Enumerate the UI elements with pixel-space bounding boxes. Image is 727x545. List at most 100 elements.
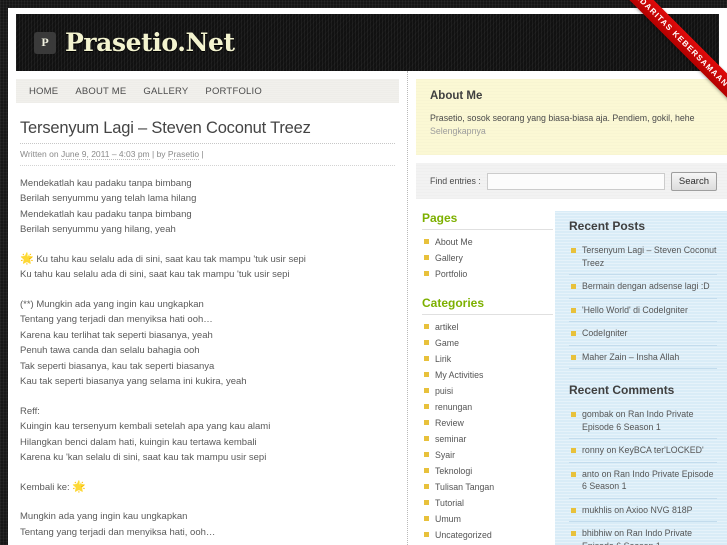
- recent-comment-link-1[interactable]: gombak on Ran Indo Private Episode 6 Sea…: [582, 409, 694, 432]
- category-link-teknologi[interactable]: Teknologi: [435, 466, 472, 476]
- category-link-review[interactable]: Review: [435, 418, 464, 428]
- blog-post: Tersenyum Lagi – Steven Coconut Treez Wr…: [8, 103, 407, 545]
- list-item[interactable]: Teknologi: [422, 463, 553, 479]
- list-item[interactable]: bhibhiw on Ran Indo Private Episode 6 Se…: [569, 522, 717, 545]
- widget-about-me: About Me Prasetio, sosok seorang yang bi…: [416, 79, 727, 155]
- recent-comment-link-5[interactable]: bhibhiw on Ran Indo Private Episode 6 Se…: [582, 528, 692, 545]
- about-me-title: About Me: [430, 90, 483, 102]
- category-link-umum[interactable]: Umum: [435, 514, 461, 524]
- list-item[interactable]: Portfolio: [422, 266, 553, 282]
- list-item[interactable]: Syair: [422, 447, 553, 463]
- main-column: HOME ABOUT ME GALLERY PORTFOLIO Tersenyu…: [8, 71, 408, 545]
- search-button[interactable]: Search: [670, 171, 717, 191]
- list-item[interactable]: gombak on Ran Indo Private Episode 6 Sea…: [569, 403, 717, 439]
- sidebar-widget-columns: Pages About Me Gallery Portfolio Categor…: [408, 211, 727, 545]
- list-item[interactable]: 'Hello World' di CodeIgniter: [569, 299, 717, 322]
- widget-title-categories: Categories: [422, 296, 553, 315]
- page-root: P Prasetio.Net HOME ABOUT ME GALLERY POR…: [0, 0, 727, 545]
- list-item[interactable]: Game: [422, 335, 553, 351]
- search-input[interactable]: [486, 172, 665, 190]
- recent-post-link-2[interactable]: Bermain dengan adsense lagi :D: [582, 281, 710, 291]
- recent-comment-link-4[interactable]: mukhlis on Axioo NVG 818P: [582, 505, 693, 515]
- recent-post-link-1[interactable]: Tersenyum Lagi – Steven Coconut Treez: [582, 245, 716, 268]
- site-container: P Prasetio.Net HOME ABOUT ME GALLERY POR…: [8, 8, 727, 545]
- category-link-uncategorized[interactable]: Uncategorized: [435, 530, 492, 540]
- post-meta-author[interactable]: Prasetio: [167, 148, 200, 160]
- category-link-seminar[interactable]: seminar: [435, 434, 466, 444]
- post-title: Tersenyum Lagi – Steven Coconut Treez: [20, 119, 395, 144]
- nav-item-gallery[interactable]: GALLERY: [143, 86, 188, 97]
- category-link-tutorial[interactable]: Tutorial: [435, 498, 464, 508]
- sidebar-column: About Me Prasetio, sosok seorang yang bi…: [408, 71, 727, 545]
- list-item[interactable]: renungan: [422, 399, 553, 415]
- category-link-syair[interactable]: Syair: [435, 450, 455, 460]
- category-link-tulisan-tangan[interactable]: Tulisan Tangan: [435, 482, 494, 492]
- recent-post-link-5[interactable]: Maher Zain – Insha Allah: [582, 352, 679, 362]
- list-item[interactable]: Gallery: [422, 250, 553, 266]
- post-stanza-5-text: Kembali ke:: [20, 481, 73, 493]
- list-item[interactable]: Tutorial: [422, 495, 553, 511]
- post-meta-date[interactable]: June 9, 2011 – 4:03 pm: [60, 148, 150, 160]
- content-columns: HOME ABOUT ME GALLERY PORTFOLIO Tersenyu…: [8, 71, 727, 545]
- recent-post-link-3[interactable]: 'Hello World' di CodeIgniter: [582, 305, 688, 315]
- post-meta-written-label: Written on: [20, 148, 61, 159]
- star-icon: 🌟: [20, 252, 34, 265]
- list-item[interactable]: ronny on KeyBCA ter'LOCKED': [569, 439, 717, 463]
- star-icon-2: 🌟: [72, 480, 86, 493]
- category-link-artikel[interactable]: artikel: [435, 322, 458, 332]
- recent-post-link-4[interactable]: CodeIgniter: [582, 328, 627, 338]
- list-item[interactable]: My Activities: [422, 367, 553, 383]
- widget-title-pages: Pages: [422, 211, 553, 230]
- list-item[interactable]: Tulisan Tangan: [422, 479, 553, 495]
- post-stanza-5: Kembali ke: 🌟: [20, 480, 395, 496]
- category-link-puisi[interactable]: puisi: [435, 386, 453, 396]
- widget-search: Find entries : Search: [416, 163, 727, 199]
- list-item[interactable]: mukhlis on Axioo NVG 818P: [569, 499, 717, 522]
- site-title: Prasetio.Net: [65, 28, 235, 57]
- category-link-renungan[interactable]: renungan: [435, 402, 472, 412]
- post-meta: Written on June 9, 2011 – 4:03 pm | by P…: [20, 148, 395, 166]
- post-stanza-1: Mendekatlah kau padaku tanpa bimbang Ber…: [20, 177, 197, 236]
- list-item[interactable]: Uncategorized: [422, 527, 553, 543]
- categories-list: artikel Game Lirik My Activities puisi r…: [422, 319, 553, 545]
- nav-item-about-me[interactable]: ABOUT ME: [75, 86, 126, 97]
- post-meta-suffix: |: [199, 148, 204, 159]
- list-item[interactable]: Umum: [422, 511, 553, 527]
- widget-title-recent-posts: Recent Posts: [569, 219, 646, 233]
- recent-comments-list: gombak on Ran Indo Private Episode 6 Sea…: [569, 403, 717, 545]
- post-meta-by-label: | by: [149, 148, 168, 159]
- list-item[interactable]: CodeIgniter: [569, 322, 717, 346]
- post-stanza-2-text: Ku tahu kau selalu ada di sini, saat kau…: [20, 253, 306, 281]
- recent-comment-link-3[interactable]: anto on Ran Indo Private Episode 6 Seaso…: [582, 469, 714, 492]
- nav-item-portfolio[interactable]: PORTFOLIO: [205, 86, 262, 97]
- recent-comment-link-2[interactable]: ronny on KeyBCA ter'LOCKED': [582, 445, 704, 455]
- category-link-lirik[interactable]: Lirik: [435, 354, 451, 364]
- pages-link-about-me[interactable]: About Me: [435, 237, 473, 247]
- list-item[interactable]: Maher Zain – Insha Allah: [569, 346, 717, 369]
- list-item[interactable]: Review: [422, 415, 553, 431]
- list-item[interactable]: seminar: [422, 431, 553, 447]
- list-item[interactable]: Bermain dengan adsense lagi :D: [569, 275, 717, 299]
- primary-nav: HOME ABOUT ME GALLERY PORTFOLIO: [16, 79, 399, 103]
- post-stanza-6: Mungkin ada yang ingin kau ungkapkan Ten…: [20, 511, 216, 538]
- post-stanza-3: (**) Mungkin ada yang ingin kau ungkapka…: [20, 298, 247, 388]
- list-item[interactable]: About Me: [422, 234, 553, 250]
- sidebar-left-widgets: Pages About Me Gallery Portfolio Categor…: [408, 211, 553, 545]
- pages-link-gallery[interactable]: Gallery: [435, 253, 463, 263]
- list-item[interactable]: puisi: [422, 383, 553, 399]
- nav-item-home[interactable]: HOME: [29, 86, 58, 97]
- list-item[interactable]: Tersenyum Lagi – Steven Coconut Treez: [569, 239, 717, 275]
- post-stanza-2: 🌟 Ku tahu kau selalu ada di sini, saat k…: [20, 252, 395, 283]
- list-item[interactable]: artikel: [422, 319, 553, 335]
- recent-posts-list: Tersenyum Lagi – Steven Coconut Treez Be…: [569, 239, 717, 369]
- about-me-text: Prasetio, sosok seorang yang biasa-biasa…: [430, 113, 695, 123]
- post-stanza-4: Reff: Kuingin kau tersenyum kembali sete…: [20, 405, 271, 464]
- list-item[interactable]: Lirik: [422, 351, 553, 367]
- about-me-more-link[interactable]: Selengkapnya: [430, 126, 713, 136]
- site-masthead: P Prasetio.Net: [16, 14, 719, 71]
- widget-title-recent-comments: Recent Comments: [569, 383, 675, 397]
- category-link-game[interactable]: Game: [435, 338, 459, 348]
- pages-link-portfolio[interactable]: Portfolio: [435, 269, 467, 279]
- list-item[interactable]: anto on Ran Indo Private Episode 6 Seaso…: [569, 463, 717, 499]
- category-link-my-activities[interactable]: My Activities: [435, 370, 483, 380]
